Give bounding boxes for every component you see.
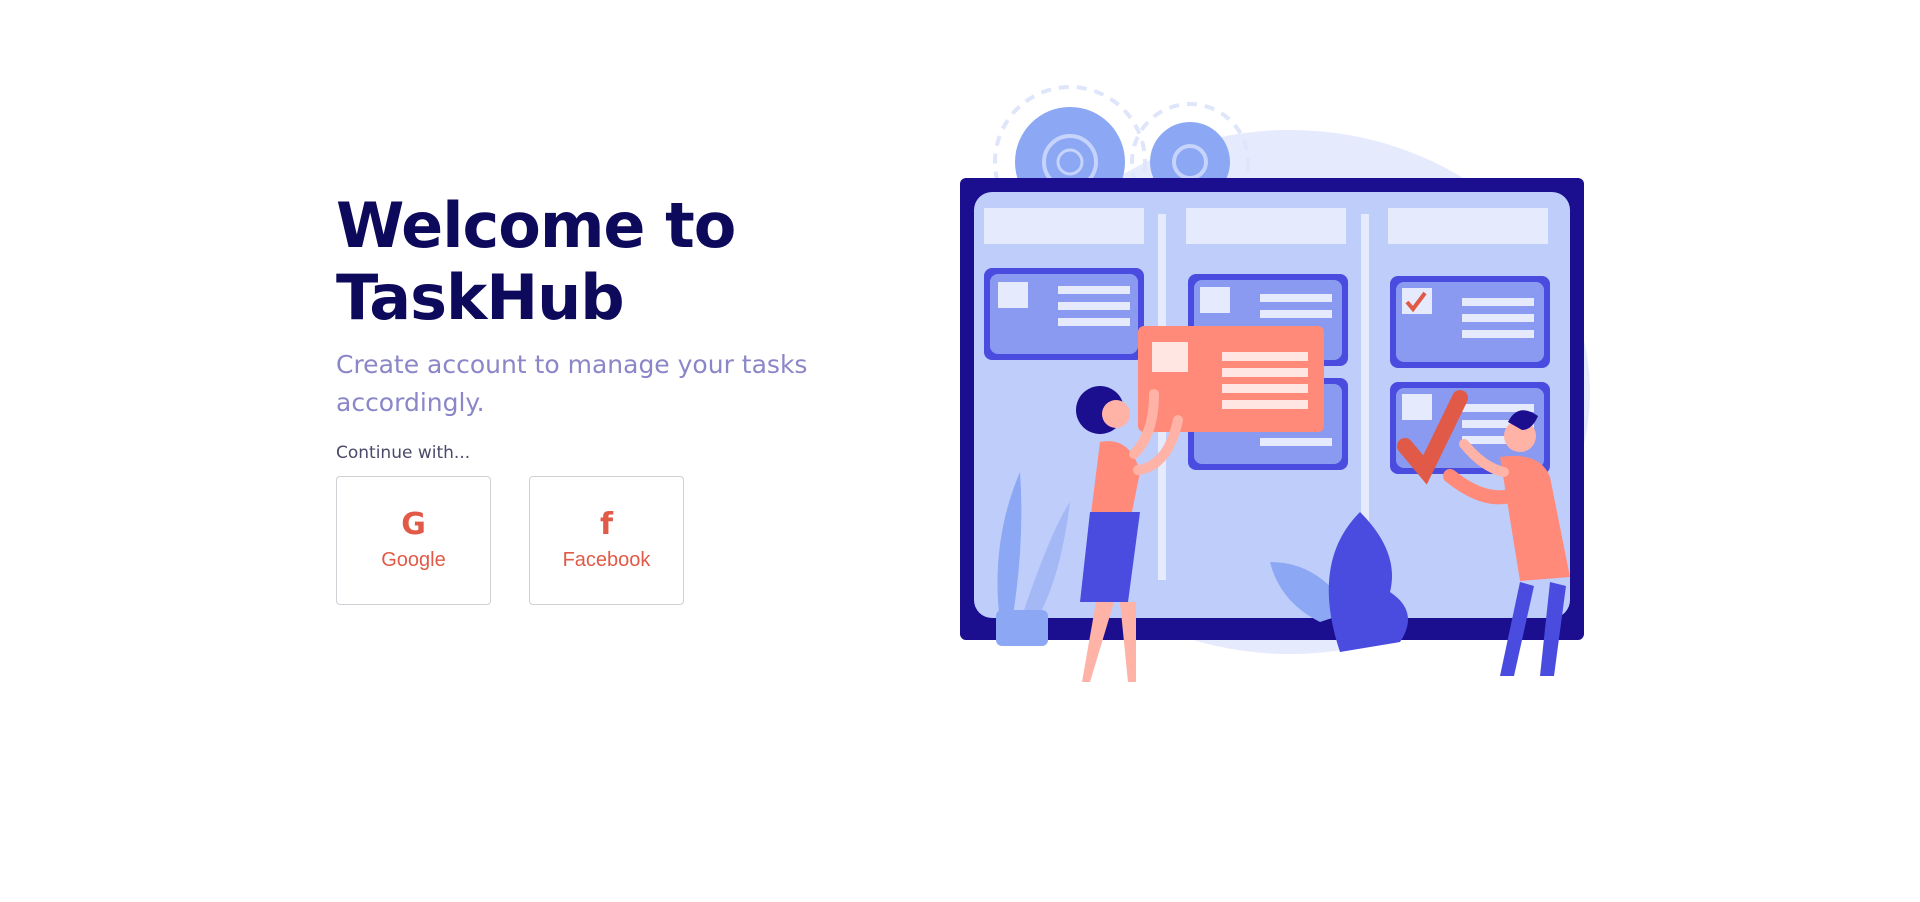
task-card bbox=[984, 268, 1144, 360]
title-line-1: Welcome to bbox=[336, 189, 736, 262]
title-line-2: TaskHub bbox=[336, 261, 625, 334]
facebook-icon: f bbox=[599, 507, 614, 542]
kanban-board-illustration bbox=[960, 85, 1590, 682]
auth-providers: G Google f Facebook bbox=[336, 476, 896, 605]
page-title: Welcome to TaskHub bbox=[336, 190, 896, 334]
page-subtitle: Create account to manage your tasks acco… bbox=[336, 350, 808, 417]
continue-with-label: Continue with... bbox=[336, 443, 471, 463]
google-button-label: Google bbox=[381, 549, 446, 571]
facebook-button[interactable]: f Facebook bbox=[529, 476, 684, 605]
welcome-page: Welcome to TaskHub Create account to man… bbox=[0, 0, 1920, 902]
google-icon: G bbox=[401, 507, 426, 542]
moving-task-card bbox=[1138, 326, 1324, 432]
task-card bbox=[1390, 276, 1550, 368]
facebook-button-label: Facebook bbox=[562, 549, 651, 571]
welcome-panel: Welcome to TaskHub Create account to man… bbox=[336, 190, 896, 605]
google-button[interactable]: G Google bbox=[336, 476, 491, 605]
